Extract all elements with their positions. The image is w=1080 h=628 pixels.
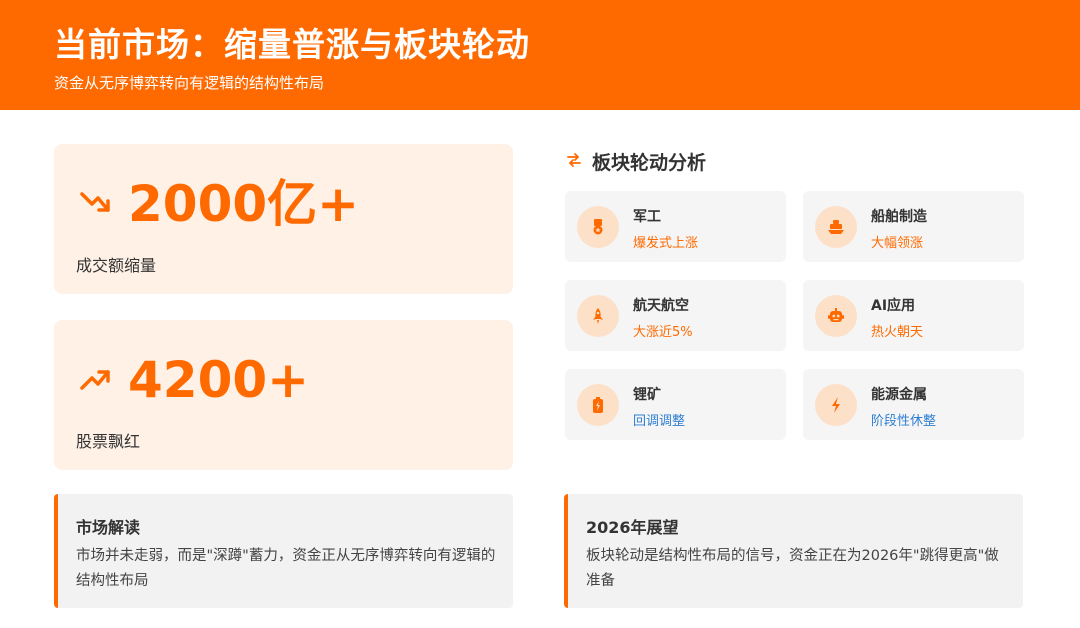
sector-card-aerospace: 航天航空 大涨近5% — [565, 280, 786, 351]
page-subtitle: 资金从无序博弈转向有逻辑的结构性布局 — [54, 74, 325, 92]
sector-status: 热火朝天 — [871, 325, 924, 340]
page-title: 当前市场：缩量普涨与板块轮动 — [54, 25, 530, 64]
sector-status: 阶段性休整 — [871, 414, 937, 429]
rocket-icon — [577, 295, 619, 337]
header-banner: 当前市场：缩量普涨与板块轮动 资金从无序博弈转向有逻辑的结构性布局 — [0, 0, 1080, 110]
stat-card-volume: 2000亿+ 成交额缩量 — [54, 144, 513, 294]
sector-name: AI应用 — [871, 298, 916, 314]
sector-name: 能源金属 — [871, 387, 927, 403]
sector-name: 军工 — [633, 209, 661, 225]
sector-card-lithium: 锂矿 回调调整 — [565, 369, 786, 440]
stat-value: 4200+ — [128, 351, 310, 409]
note-title: 市场解读 — [76, 518, 141, 537]
trend-up-icon — [78, 360, 128, 400]
sector-status: 回调调整 — [633, 414, 686, 429]
section-title: 板块轮动分析 — [592, 152, 707, 174]
rotation-heading: 板块轮动分析 — [566, 148, 706, 175]
sector-card-military: 军工 爆发式上涨 — [565, 191, 786, 262]
trend-down-icon — [78, 184, 128, 224]
battery-icon — [577, 384, 619, 426]
sector-card-ai: AI应用 热火朝天 — [803, 280, 1024, 351]
stat-card-gainers: 4200+ 股票飘红 — [54, 320, 513, 470]
note-text: 市场并未走弱，而是"深蹲"蓄力，资金正从无序博弈转向有逻辑的结构性布局 — [76, 548, 496, 589]
sector-status: 大幅领涨 — [871, 236, 924, 251]
ship-icon — [815, 206, 857, 248]
note-title: 2026年展望 — [586, 518, 679, 537]
note-outlook-2026: 2026年展望 板块轮动是结构性布局的信号，资金正在为2026年"跳得更高"做准… — [564, 494, 1023, 608]
sector-card-shipbuilding: 船舶制造 大幅领涨 — [803, 191, 1024, 262]
sector-name: 航天航空 — [633, 298, 689, 314]
sector-status: 大涨近5% — [633, 325, 693, 340]
bolt-icon — [815, 384, 857, 426]
stat-value: 2000亿+ — [128, 175, 360, 233]
medal-icon — [577, 206, 619, 248]
sector-card-energy-metals: 能源金属 阶段性休整 — [803, 369, 1024, 440]
swap-arrows-icon — [566, 152, 592, 172]
sector-name: 船舶制造 — [871, 209, 927, 225]
stat-label: 股票飘红 — [76, 432, 141, 451]
robot-icon — [815, 295, 857, 337]
note-market-reading: 市场解读 市场并未走弱，而是"深蹲"蓄力，资金正从无序博弈转向有逻辑的结构性布局 — [54, 494, 513, 608]
stat-label: 成交额缩量 — [76, 256, 157, 275]
sector-name: 锂矿 — [633, 387, 661, 403]
sector-status: 爆发式上涨 — [633, 236, 699, 251]
note-text: 板块轮动是结构性布局的信号，资金正在为2026年"跳得更高"做准备 — [586, 548, 999, 589]
